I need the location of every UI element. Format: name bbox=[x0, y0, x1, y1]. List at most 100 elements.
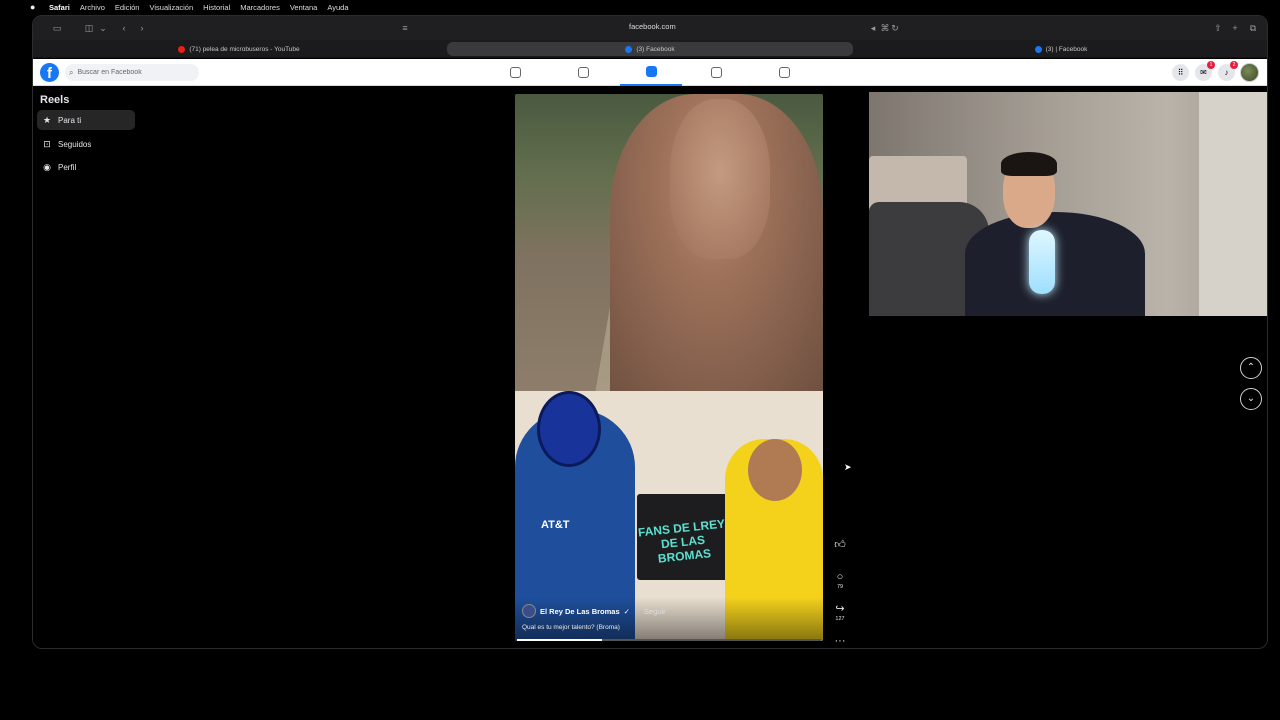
url-field[interactable]: facebook.com bbox=[629, 22, 676, 31]
jersey-text: AT&T bbox=[541, 519, 570, 531]
back-icon[interactable]: ‹ bbox=[118, 22, 130, 34]
notifications-badge: 2 bbox=[1230, 61, 1238, 69]
chevron-up-icon: ⌃ bbox=[1246, 362, 1256, 373]
previous-reel-button[interactable]: ⌃ bbox=[1240, 357, 1262, 379]
share-icon[interactable]: ⇧ bbox=[1212, 22, 1224, 34]
search-icon: ⌕ bbox=[69, 67, 74, 77]
menu-marcadores[interactable]: Marcadores bbox=[240, 3, 280, 12]
comment-count: 79 bbox=[836, 584, 844, 590]
door bbox=[1199, 92, 1267, 316]
messenger-badge: 1 bbox=[1207, 61, 1215, 69]
comment-button[interactable]: ○ 79 bbox=[830, 571, 850, 590]
tab-grid-icon[interactable]: ⧉ bbox=[1247, 22, 1259, 34]
sidebar-item-label: Para ti bbox=[58, 115, 82, 125]
share-count: 127 bbox=[835, 616, 845, 622]
tab-bar: (71) pelea de microbuseros - YouTube (3)… bbox=[33, 40, 1267, 58]
reload-icon[interactable]: ↻ bbox=[889, 22, 901, 34]
menu-ventana[interactable]: Ventana bbox=[290, 3, 318, 12]
sidebar-item-seguidos[interactable]: ⊡ Seguidos bbox=[37, 134, 135, 154]
author-avatar[interactable] bbox=[522, 604, 536, 618]
chevron-down-icon: ⌄ bbox=[1246, 393, 1256, 404]
profile-avatar[interactable] bbox=[1240, 63, 1259, 82]
author-row: El Rey De Las Bromas ✓ Seguir bbox=[522, 604, 666, 618]
menu-app-safari[interactable]: Safari bbox=[49, 3, 70, 12]
safari-window: ▭ ◫ ⌄ ‹ › ≡ facebook.com ◂ ⌘ ↻ ⇧ + ⧉ (71… bbox=[32, 15, 1268, 649]
verified-icon: ✓ bbox=[623, 606, 630, 616]
tab-facebook-2[interactable]: (3) | Facebook bbox=[855, 42, 1267, 56]
menu-historial[interactable]: Historial bbox=[203, 3, 230, 12]
grid-menu-icon: ⠿ bbox=[1177, 68, 1184, 77]
microphone bbox=[1029, 230, 1055, 294]
tab-facebook-active[interactable]: (3) Facebook bbox=[447, 42, 853, 56]
menu-ayuda[interactable]: Ayuda bbox=[327, 3, 348, 12]
video-progress-fill bbox=[517, 639, 603, 641]
star-icon: ★ bbox=[42, 114, 52, 125]
next-reel-button[interactable]: ⌄ bbox=[1240, 388, 1262, 410]
facebook-icon bbox=[625, 45, 633, 53]
sidebar-toggle-icon[interactable]: ◫ bbox=[83, 22, 95, 34]
thumbs-up-icon: 👍︎ bbox=[834, 539, 846, 551]
messenger-button[interactable]: ✉ 1 bbox=[1195, 61, 1215, 81]
new-tab-icon[interactable]: + bbox=[1229, 22, 1241, 34]
youtube-icon bbox=[178, 45, 186, 53]
facebook-logo[interactable]: f bbox=[40, 63, 59, 82]
tab-label: (3) Facebook bbox=[636, 45, 675, 53]
menu-edicion[interactable]: Edición bbox=[115, 3, 140, 12]
chevron-down-icon[interactable]: ⌄ bbox=[97, 22, 109, 34]
sidebar-item-label: Seguidos bbox=[58, 139, 92, 149]
comment-icon: ○ bbox=[836, 571, 844, 583]
nav-marketplace[interactable] bbox=[685, 59, 747, 86]
home-icon bbox=[509, 67, 521, 78]
following-icon: ⊡ bbox=[43, 138, 51, 149]
gaming-icon bbox=[778, 67, 790, 78]
streamer-body bbox=[965, 212, 1145, 316]
sidebar-item-para-ti[interactable]: ★ Para ti bbox=[37, 110, 135, 130]
search-input[interactable] bbox=[77, 69, 183, 76]
apple-icon[interactable]: ● bbox=[30, 2, 40, 12]
sidebar-title: Reels bbox=[40, 94, 70, 106]
menu-visualizacion[interactable]: Visualización bbox=[149, 3, 193, 12]
follow-button[interactable]: Seguir bbox=[644, 607, 666, 616]
tab-label: (71) pelea de microbuseros - YouTube bbox=[189, 45, 300, 53]
cartoon-head bbox=[748, 439, 802, 501]
sidebar-item-perfil[interactable]: ◉ Perfil bbox=[37, 157, 135, 177]
menu-button[interactable]: ⠿ bbox=[1172, 64, 1189, 81]
man-figure bbox=[610, 94, 823, 391]
forward-icon[interactable]: › bbox=[136, 22, 148, 34]
nav-gaming[interactable] bbox=[753, 59, 815, 86]
facebook-header: f ⌕ ⠿ ✉ 1 ♪ 2 bbox=[33, 59, 1267, 86]
browser-toolbar: ▭ ◫ ⌄ ‹ › ≡ facebook.com ◂ ⌘ ↻ ⇧ + ⧉ bbox=[33, 16, 1267, 40]
author-name[interactable]: El Rey De Las Bromas bbox=[540, 607, 620, 616]
macos-menu-bar: ● Safari Archivo Edición Visualización H… bbox=[0, 0, 1280, 14]
bell-icon: ♪ bbox=[1224, 68, 1229, 77]
streamer-hair bbox=[1001, 152, 1057, 176]
facebook-icon bbox=[1034, 45, 1042, 53]
page-settings-icon[interactable]: ≡ bbox=[399, 22, 411, 34]
search-box[interactable]: ⌕ bbox=[65, 64, 199, 81]
more-icon: ··· bbox=[834, 635, 846, 647]
notifications-button[interactable]: ♪ 2 bbox=[1218, 61, 1238, 81]
cartoon-helmet bbox=[537, 391, 601, 467]
messenger-icon: ✉ bbox=[1200, 68, 1207, 77]
mouse-cursor-icon: ➤ bbox=[844, 462, 852, 472]
reel-video-top-clip bbox=[515, 94, 823, 394]
reel-video[interactable]: AT&T FANS DE LREY DE LAS BROMAS El Rey D… bbox=[515, 94, 823, 641]
reels-icon bbox=[645, 66, 657, 77]
nav-video[interactable] bbox=[552, 59, 614, 86]
more-options-button[interactable]: ··· bbox=[830, 635, 850, 647]
tab-label: (3) | Facebook bbox=[1045, 45, 1088, 53]
like-button[interactable]: 👍︎ bbox=[830, 539, 850, 551]
video-icon bbox=[577, 67, 589, 78]
share-button[interactable]: ↪ 127 bbox=[830, 603, 850, 622]
sidebar-item-label: Perfil bbox=[58, 162, 77, 172]
reel-caption: Qual es tu mejor talento? (Broma) bbox=[522, 624, 620, 631]
nav-reels[interactable] bbox=[620, 59, 682, 86]
video-progress-bar[interactable] bbox=[517, 639, 821, 641]
tab-overview-icon[interactable]: ▭ bbox=[51, 22, 63, 34]
menu-archivo[interactable]: Archivo bbox=[80, 3, 105, 12]
tab-youtube[interactable]: (71) pelea de microbuseros - YouTube bbox=[33, 42, 445, 56]
man-face bbox=[670, 99, 770, 259]
nav-home[interactable] bbox=[484, 59, 546, 86]
audio-mute-icon[interactable]: ◂ bbox=[867, 22, 879, 34]
profile-icon: ◉ bbox=[43, 161, 51, 172]
